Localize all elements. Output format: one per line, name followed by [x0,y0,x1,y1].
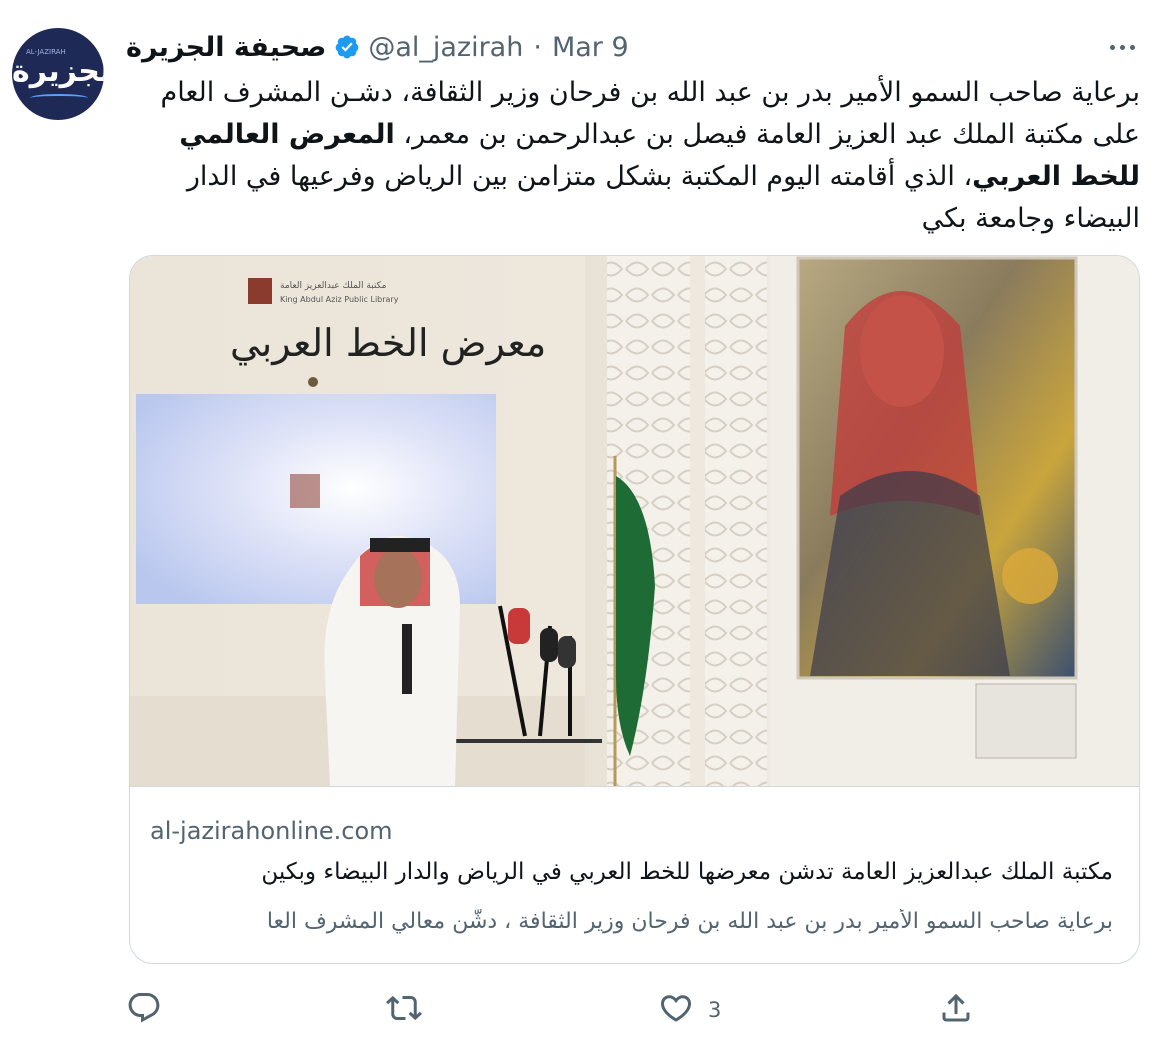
like-icon [658,990,694,1030]
exhibition-photo: مكتبة الملك عبدالعزيز العامة King Abdul … [130,256,1139,786]
more-dot [1129,44,1135,50]
tweet-date[interactable]: Mar 9 [552,32,629,63]
card-description: برعاية صاحب السمو الأمير بدر بن عبد الله… [266,909,1113,934]
card-photo[interactable]: مكتبة الملك عبدالعزيز العامة King Abdul … [130,256,1139,786]
photo-exhibition-title: معرض الخط العربي [230,321,546,366]
share-icon [938,990,974,1030]
tweet-text: برعاية صاحب السمو الأمير بدر بن عبد الله… [126,72,1140,240]
card-domain: al-jazirahonline.com [150,817,393,845]
like-count: 3 [708,998,722,1022]
avatar-logo-text: الجزيرة [12,54,104,89]
action-bar: 3 [126,986,1140,1034]
avatar[interactable]: AL-JAZIRAH الجزيرة [12,28,104,120]
card-meta: al-jazirahonline.com مكتبة الملك عبدالعز… [130,786,1139,963]
header-separator: · [533,31,542,63]
card-title: مكتبة الملك عبدالعزيز العامة تدشن معرضها… [261,859,1113,885]
verified-badge-icon [334,34,360,60]
avatar-swoosh [30,94,88,102]
user-handle[interactable]: @al_jazirah [368,32,523,63]
tweet-header: صحيفة الجزيرة @al_jazirah · Mar 9 [126,28,629,66]
more-dot [1119,44,1125,50]
share-button[interactable] [938,986,988,1034]
display-name[interactable]: صحيفة الجزيرة [126,32,326,63]
retweet-button[interactable] [386,986,436,1034]
more-dot [1109,44,1115,50]
reply-icon [126,990,162,1030]
retweet-icon [386,990,422,1030]
link-card[interactable]: مكتبة الملك عبدالعزيز العامة King Abdul … [129,255,1140,964]
photo-library-name-ar: مكتبة الملك عبدالعزيز العامة [280,281,387,291]
photo-library-name-en: King Abdul Aziz Public Library [280,295,399,304]
reply-button[interactable] [126,986,176,1034]
like-button[interactable]: 3 [658,986,721,1034]
more-icon[interactable] [1100,34,1144,60]
